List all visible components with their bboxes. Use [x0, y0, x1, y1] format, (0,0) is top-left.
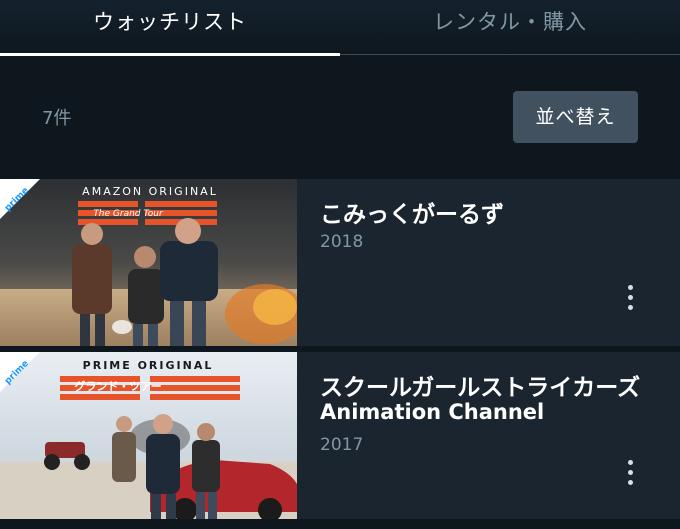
active-tab-indicator — [0, 53, 340, 56]
more-options-icon[interactable] — [622, 283, 640, 313]
thumb-logo-text: The Grand Tour — [93, 209, 164, 219]
thumb-banner-text: AMAZON ORIGINAL — [82, 185, 218, 198]
tab-rental-purchase[interactable]: レンタル・購入 — [340, 0, 680, 55]
thumb-logo-text: グランド・ツアー — [74, 379, 161, 393]
item-subtitle: Animation Channel — [320, 400, 545, 424]
item-year: 2018 — [320, 232, 364, 252]
item-title[interactable]: こみっくがーるず — [320, 195, 504, 229]
tab-watchlist[interactable]: ウォッチリスト — [0, 0, 340, 55]
list-item[interactable]: PRIME ORIGINAL グランド・ツアー prime スクールガールストラ… — [0, 352, 680, 519]
thumbnail[interactable]: PRIME ORIGINAL グランド・ツアー prime — [0, 352, 297, 519]
item-title[interactable]: スクールガールストライカーズ — [320, 368, 640, 402]
item-count: 7件 — [42, 108, 72, 129]
sort-button[interactable]: 並べ替え — [513, 91, 638, 143]
tab-divider — [340, 54, 680, 55]
tab-bar: ウォッチリスト レンタル・購入 — [0, 0, 680, 56]
thumbnail[interactable]: AMAZON ORIGINAL The Grand Tour prime — [0, 179, 297, 346]
thumb-banner-text: PRIME ORIGINAL — [83, 359, 214, 372]
more-options-icon[interactable] — [622, 458, 640, 488]
item-year: 2017 — [320, 435, 364, 455]
list-item[interactable]: AMAZON ORIGINAL The Grand Tour prime こみっ… — [0, 179, 680, 346]
